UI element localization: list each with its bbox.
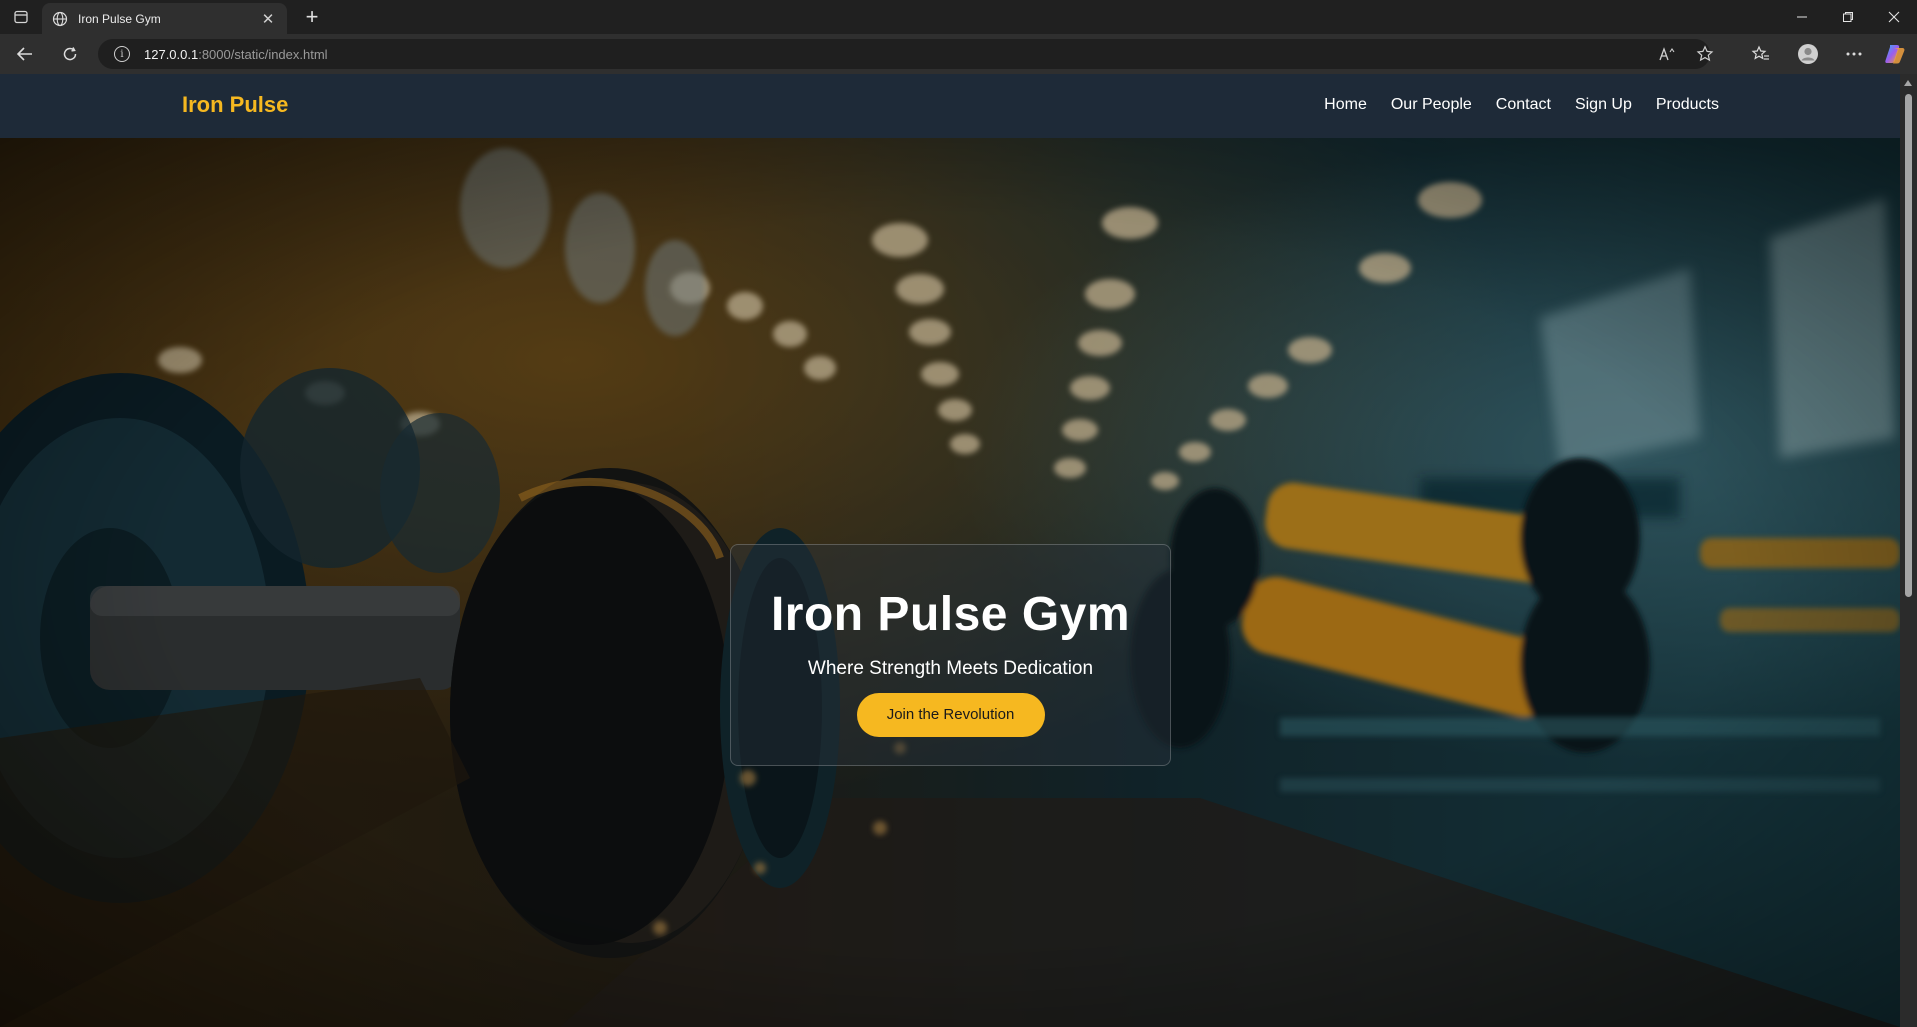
site-navbar: Iron Pulse Home Our People Contact Sign … <box>0 74 1900 138</box>
profile-avatar-icon[interactable] <box>1796 43 1820 65</box>
reload-icon[interactable] <box>57 42 83 66</box>
tab-title: Iron Pulse Gym <box>78 11 161 26</box>
browser-toolbar: i 127.0.0.1:8000/static/index.html <box>0 34 1917 74</box>
scroll-up-icon[interactable] <box>1904 80 1912 86</box>
nav-our-people[interactable]: Our People <box>1391 96 1472 114</box>
restore-icon[interactable] <box>1825 0 1871 34</box>
hero-subtitle: Where Strength Meets Dedication <box>807 658 1094 679</box>
globe-icon <box>52 11 68 26</box>
url-host: 127.0.0.1 <box>144 46 199 62</box>
hero-title: Iron Pulse Gym <box>770 588 1131 641</box>
copilot-icon[interactable] <box>1883 43 1907 65</box>
main-menu: Home Our People Contact Sign Up Products <box>1324 96 1719 114</box>
back-arrow-icon[interactable] <box>12 42 38 66</box>
minimize-icon[interactable] <box>1779 0 1825 34</box>
nav-sign-up[interactable]: Sign Up <box>1575 96 1632 114</box>
address-bar[interactable]: i 127.0.0.1:8000/static/index.html <box>98 39 1714 69</box>
page-scrollbar[interactable] <box>1900 74 1917 1027</box>
browser-tabbar: Iron Pulse Gym ✕ + <box>0 0 1917 34</box>
brand-logo[interactable]: Iron Pulse <box>182 92 288 118</box>
url-path: :8000/static/index.html <box>198 46 328 62</box>
close-window-icon[interactable] <box>1871 0 1917 34</box>
tab-close-icon[interactable]: ✕ <box>259 10 277 28</box>
site-info-icon[interactable]: i <box>114 46 130 62</box>
hero-section: Iron Pulse Gym Where Strength Meets Dedi… <box>0 138 1900 1027</box>
hero-card: Iron Pulse Gym Where Strength Meets Dedi… <box>730 544 1171 766</box>
scrollbar-thumb[interactable] <box>1905 94 1912 597</box>
favorite-star-icon[interactable] <box>1696 39 1714 69</box>
favorites-icon[interactable] <box>1749 43 1773 65</box>
nav-products[interactable]: Products <box>1656 96 1719 114</box>
new-tab-icon[interactable]: + <box>300 6 324 28</box>
nav-contact[interactable]: Contact <box>1496 96 1551 114</box>
read-aloud-icon[interactable] <box>1658 39 1676 69</box>
more-menu-icon[interactable] <box>1842 43 1866 65</box>
tab-actions-icon[interactable] <box>10 7 32 27</box>
browser-tab[interactable]: Iron Pulse Gym ✕ <box>42 3 287 34</box>
nav-home[interactable]: Home <box>1324 96 1367 114</box>
join-revolution-button[interactable]: Join the Revolution <box>856 693 1045 737</box>
page-viewport: Iron Pulse Home Our People Contact Sign … <box>0 74 1917 1027</box>
